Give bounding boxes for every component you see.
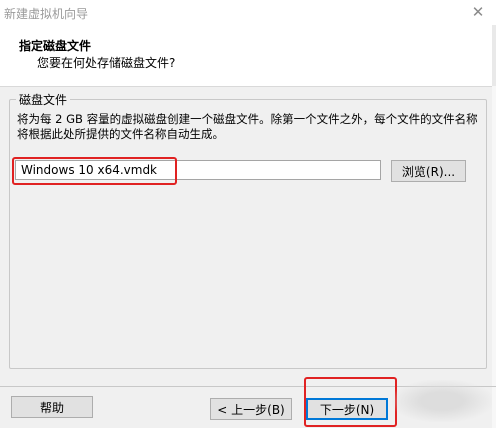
next-button[interactable]: 下一步(N) <box>306 398 388 420</box>
disk-file-group-label: 磁盘文件 <box>16 91 71 108</box>
disk-file-description: 将为每 2 GB 容量的虚拟磁盘创建一个磁盘文件。除第一个文件之外，每个文件的文… <box>17 112 478 141</box>
browse-button[interactable]: 浏览(R)... <box>391 160 466 182</box>
disk-file-name-input[interactable] <box>15 160 381 180</box>
back-button[interactable]: < 上一步(B) <box>210 398 292 420</box>
header-edge <box>492 25 496 86</box>
help-button[interactable]: 帮助 <box>11 396 93 418</box>
title-bar: 新建虚拟机向导 ✕ <box>0 0 496 25</box>
wizard-header: 指定磁盘文件 您要在何处存储磁盘文件? <box>0 25 496 87</box>
right-edge <box>492 86 496 428</box>
blurred-watermark <box>392 380 492 422</box>
page-subtitle: 您要在何处存储磁盘文件? <box>37 56 176 70</box>
page-title: 指定磁盘文件 <box>19 39 92 53</box>
close-icon[interactable]: ✕ <box>468 2 488 22</box>
window-title: 新建虚拟机向导 <box>4 7 89 21</box>
